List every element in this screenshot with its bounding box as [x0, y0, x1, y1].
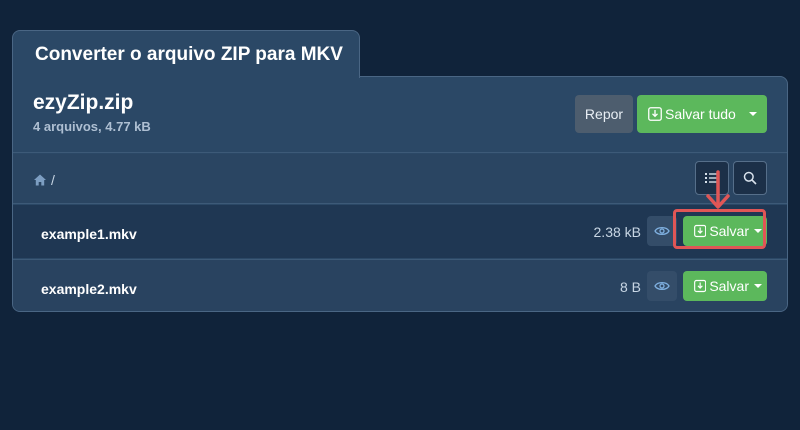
archive-panel: ezyZip.zip 4 arquivos, 4.77 kB Repor Sal…	[12, 76, 788, 312]
file-name: example2.mkv	[41, 281, 137, 297]
preview-button[interactable]	[647, 271, 677, 301]
file-toolbar: /	[13, 154, 787, 204]
search-button[interactable]	[733, 161, 767, 195]
reset-button-label: Repor	[584, 106, 624, 122]
save-file-label: Salvar	[709, 278, 749, 294]
arrow-down-icon	[706, 170, 730, 209]
archive-header: ezyZip.zip 4 arquivos, 4.77 kB Repor Sal…	[13, 77, 787, 153]
breadcrumb: /	[33, 172, 55, 188]
breadcrumb-path: /	[51, 172, 55, 188]
page-title-tab: Converter o arquivo ZIP para MKV	[12, 30, 360, 78]
file-row: example2.mkv 8 B Salvar	[13, 259, 787, 311]
save-file-button[interactable]: Salvar	[683, 271, 767, 301]
save-all-label: Salvar tudo	[665, 106, 736, 122]
archive-meta: 4 arquivos, 4.77 kB	[33, 119, 151, 134]
file-name: example1.mkv	[41, 226, 137, 242]
page-title: Converter o arquivo ZIP para MKV	[35, 43, 343, 65]
search-icon	[743, 171, 757, 185]
save-file-main[interactable]: Salvar	[683, 271, 749, 301]
file-size: 8 B	[619, 279, 641, 295]
save-file-dropdown-toggle[interactable]	[749, 271, 767, 301]
save-all-button[interactable]: Salvar tudo	[637, 95, 767, 133]
save-all-main[interactable]: Salvar tudo	[637, 95, 739, 133]
home-icon[interactable]	[33, 173, 47, 187]
download-icon	[694, 279, 707, 293]
reset-button[interactable]: Repor	[575, 95, 633, 133]
eye-icon	[654, 281, 670, 291]
save-all-dropdown-toggle[interactable]	[739, 95, 767, 133]
download-icon	[648, 107, 662, 121]
caret-down-icon	[754, 284, 762, 288]
highlight-box	[673, 209, 766, 249]
file-size: 2.38 kB	[593, 224, 641, 240]
archive-name: ezyZip.zip	[33, 91, 134, 114]
file-row: example1.mkv 2.38 kB Salvar	[13, 205, 787, 258]
caret-down-icon	[749, 112, 757, 116]
eye-icon	[654, 226, 670, 236]
